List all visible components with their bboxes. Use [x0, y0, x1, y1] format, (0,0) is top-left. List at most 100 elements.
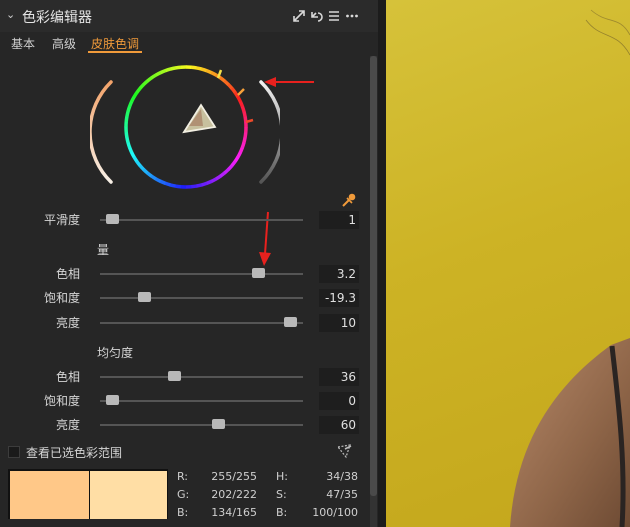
- eyedropper-icon[interactable]: [340, 192, 358, 208]
- b-label: B:: [177, 506, 189, 519]
- amount-hue-value[interactable]: 3.2: [319, 265, 359, 283]
- amount-hue-slider-thumb[interactable]: [252, 268, 265, 278]
- scrollbar-thumb[interactable]: [370, 56, 377, 496]
- uniformity-saturation-slider-thumb[interactable]: [105, 395, 119, 405]
- chevron-down-icon[interactable]: ⌄: [6, 9, 18, 21]
- reset-icon[interactable]: [309, 9, 323, 23]
- hue-ring-segment: [150, 73, 158, 80]
- hue-ring-segment: [219, 171, 226, 178]
- hue-ring-segment: [205, 179, 213, 186]
- hue-ring-segment: [238, 146, 245, 154]
- uniformity-hue-label: 色相: [55, 370, 80, 384]
- hue-ring-segment: [200, 181, 208, 187]
- hue-ring-segment: [201, 67, 208, 73]
- amount-hue-label: 色相: [55, 267, 80, 281]
- hue-ring-segment: [127, 146, 134, 154]
- uniformity-saturation-slider[interactable]: [100, 400, 303, 402]
- hue-ring-segment: [205, 68, 213, 75]
- hue-ring-segment: [138, 164, 145, 171]
- hue-ring-segment: [233, 91, 240, 99]
- hue-ring-segment: [195, 183, 202, 188]
- hue-ring-segment: [230, 87, 237, 94]
- hue-ring-segment: [169, 183, 176, 188]
- hue-ring-segment: [135, 87, 142, 94]
- uniformity-brightness-label: 亮度: [55, 418, 80, 432]
- more-icon[interactable]: [345, 9, 359, 23]
- smoothing-slider[interactable]: [100, 219, 303, 221]
- amount-brightness-value[interactable]: 10: [319, 314, 359, 332]
- skin-tone-color-wheel[interactable]: [90, 62, 280, 192]
- hue-ring-segment: [132, 91, 139, 98]
- hue-ring-segment: [125, 136, 130, 143]
- hue-ring-segment: [227, 83, 234, 90]
- brightness-range-arc: [259, 80, 280, 184]
- hue-ring-segment: [138, 83, 146, 90]
- tab-bar: 基本 高级 皮肤色调: [0, 32, 378, 54]
- hue-ring-segment: [242, 137, 247, 144]
- hue-ring-segment: [223, 79, 230, 87]
- active-tab-indicator: [88, 51, 142, 53]
- smoothing-value[interactable]: 1: [319, 211, 359, 229]
- hue-ring-segment: [214, 174, 222, 181]
- hue-ring-segment: [196, 66, 203, 71]
- hue-ring-segment: [142, 167, 149, 175]
- tab-advanced[interactable]: 高级: [52, 35, 76, 52]
- color-picker-icon[interactable]: [336, 443, 354, 459]
- uniformity-hue-slider-thumb[interactable]: [168, 371, 182, 381]
- hue-ring-segment: [240, 105, 246, 113]
- amount-saturation-slider[interactable]: [100, 297, 303, 299]
- amount-hue-slider[interactable]: [100, 273, 303, 275]
- hue-ring-segment: [240, 142, 246, 149]
- amount-group-title: 量: [97, 243, 110, 257]
- hue-ring-segment: [125, 110, 130, 117]
- hue-ring-segment: [226, 164, 234, 171]
- annotation-arrow-icon: [264, 77, 314, 87]
- amount-saturation-value[interactable]: -19.3: [319, 289, 359, 307]
- amount-brightness-label: 亮度: [55, 316, 80, 330]
- uniformity-saturation-label: 饱和度: [43, 394, 80, 408]
- hue-ring-segment: [126, 141, 132, 149]
- uniformity-hue-value[interactable]: 36: [319, 368, 359, 386]
- hue-ring-segment: [130, 95, 136, 103]
- expand-icon[interactable]: [292, 9, 306, 23]
- tab-basic[interactable]: 基本: [11, 35, 35, 52]
- hue-ring-segment: [129, 151, 136, 158]
- amount-brightness-slider-thumb[interactable]: [284, 317, 298, 327]
- hue-ring-segment: [242, 111, 247, 118]
- uniformity-brightness-value[interactable]: 60: [319, 416, 359, 434]
- hue-ring-segment: [127, 100, 134, 108]
- panel-divider[interactable]: [378, 0, 386, 527]
- color-editor-panel: ⌄ 色彩编辑器 基本 高级 皮肤色调 平滑度 1 量 色相 3.2 饱和度 -1…: [0, 0, 378, 527]
- hue-range-marker: [237, 88, 245, 96]
- photo-canvas[interactable]: [386, 0, 630, 527]
- h-value: 34/38: [326, 470, 358, 483]
- b-value: 134/165: [211, 506, 257, 519]
- view-selected-range-checkbox[interactable]: [8, 446, 20, 458]
- amount-brightness-slider[interactable]: [100, 322, 303, 324]
- uniformity-saturation-value[interactable]: 0: [319, 392, 359, 410]
- hue-ring-segment: [132, 155, 139, 163]
- amount-saturation-slider-thumb[interactable]: [138, 292, 151, 302]
- hue-ring-segment: [164, 67, 172, 73]
- brightness-label: B:: [276, 506, 288, 519]
- r-value: 255/255: [211, 470, 257, 483]
- smoothing-slider-thumb[interactable]: [105, 214, 119, 224]
- hue-ring-segment: [223, 168, 230, 175]
- s-value: 47/35: [326, 488, 358, 501]
- hue-ring-segment: [154, 177, 162, 183]
- hue-ring-segment: [191, 65, 197, 70]
- uniformity-brightness-slider-thumb[interactable]: [212, 419, 226, 429]
- hue-ring-segment: [236, 151, 242, 159]
- hue-ring-segment: [243, 132, 248, 138]
- hue-ring-segment: [233, 156, 240, 163]
- tab-skin-tone[interactable]: 皮肤色调: [91, 35, 139, 52]
- uniformity-hue-slider[interactable]: [100, 376, 303, 378]
- hue-ring-segment: [170, 66, 177, 71]
- uniformity-brightness-slider[interactable]: [100, 424, 303, 426]
- menu-icon[interactable]: [327, 9, 341, 23]
- portrait-photo: [510, 9, 630, 527]
- smoothing-label: 平滑度: [43, 213, 80, 227]
- hue-ring-segment: [155, 70, 162, 77]
- hue-ring-segment: [238, 100, 245, 108]
- hue-ring-segment: [175, 184, 181, 189]
